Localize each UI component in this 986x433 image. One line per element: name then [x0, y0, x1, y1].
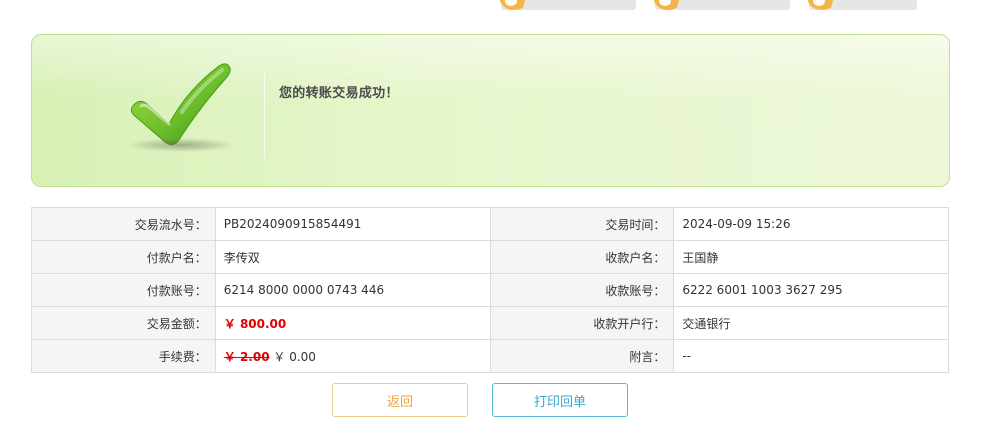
fee-actual-value: ￥ 0.00	[273, 349, 316, 364]
back-button[interactable]: 返回	[332, 383, 468, 417]
payee-name-value: 王国静	[673, 240, 949, 274]
table-row: 交易流水号： PB2024090915854491 交易时间： 2024-09-…	[31, 207, 949, 241]
transaction-details-table: 交易流水号： PB2024090915854491 交易时间： 2024-09-…	[31, 207, 949, 373]
step-tab-1	[499, 0, 636, 10]
time-value: 2024-09-09 15:26	[673, 207, 949, 241]
table-row: 付款账号： 6214 8000 0000 0743 446 收款账号： 6222…	[31, 273, 949, 307]
step-tab-2	[653, 0, 790, 10]
payee-bank-label: 收款开户行：	[489, 306, 675, 340]
amount-label: 交易金额：	[31, 306, 216, 340]
table-row: 手续费： ￥ 2.00 ￥ 0.00 附言： --	[31, 339, 949, 373]
panel-divider	[264, 71, 265, 159]
success-panel: 您的转账交易成功！	[31, 34, 950, 187]
payer-account-label: 付款账号：	[31, 273, 216, 307]
step-badge-icon	[807, 0, 837, 10]
print-receipt-button[interactable]: 打印回单	[492, 383, 628, 417]
fee-original-value: ￥ 2.00	[223, 349, 270, 364]
step-badge-icon	[653, 0, 683, 10]
checkmark-icon	[127, 60, 237, 152]
payee-account-value: 6222 6001 1003 3627 295	[673, 273, 949, 307]
serial-label: 交易流水号：	[31, 207, 216, 241]
remark-value: --	[673, 339, 949, 373]
amount-value: ￥ 800.00	[214, 306, 491, 340]
payer-name-value: 李传双	[214, 240, 491, 274]
serial-value: PB2024090915854491	[214, 207, 491, 241]
table-row: 交易金额： ￥ 800.00 收款开户行： 交通银行	[31, 306, 949, 340]
payee-account-label: 收款账号：	[489, 273, 675, 307]
checkmark-shadow	[127, 138, 235, 152]
fee-label: 手续费：	[31, 339, 216, 373]
payee-name-label: 收款户名：	[489, 240, 675, 274]
remark-label: 附言：	[489, 339, 675, 373]
time-label: 交易时间：	[489, 207, 675, 241]
payer-account-value: 6214 8000 0000 0743 446	[214, 273, 491, 307]
step-tab-3	[807, 0, 917, 10]
table-row: 付款户名： 李传双 收款户名： 王国静	[31, 240, 949, 274]
step-badge-icon	[499, 0, 529, 10]
fee-cell: ￥ 2.00 ￥ 0.00	[214, 339, 491, 373]
success-message: 您的转账交易成功！	[279, 86, 399, 101]
progress-steps	[0, 0, 986, 12]
payer-name-label: 付款户名：	[31, 240, 216, 274]
payee-bank-value: 交通银行	[673, 306, 949, 340]
